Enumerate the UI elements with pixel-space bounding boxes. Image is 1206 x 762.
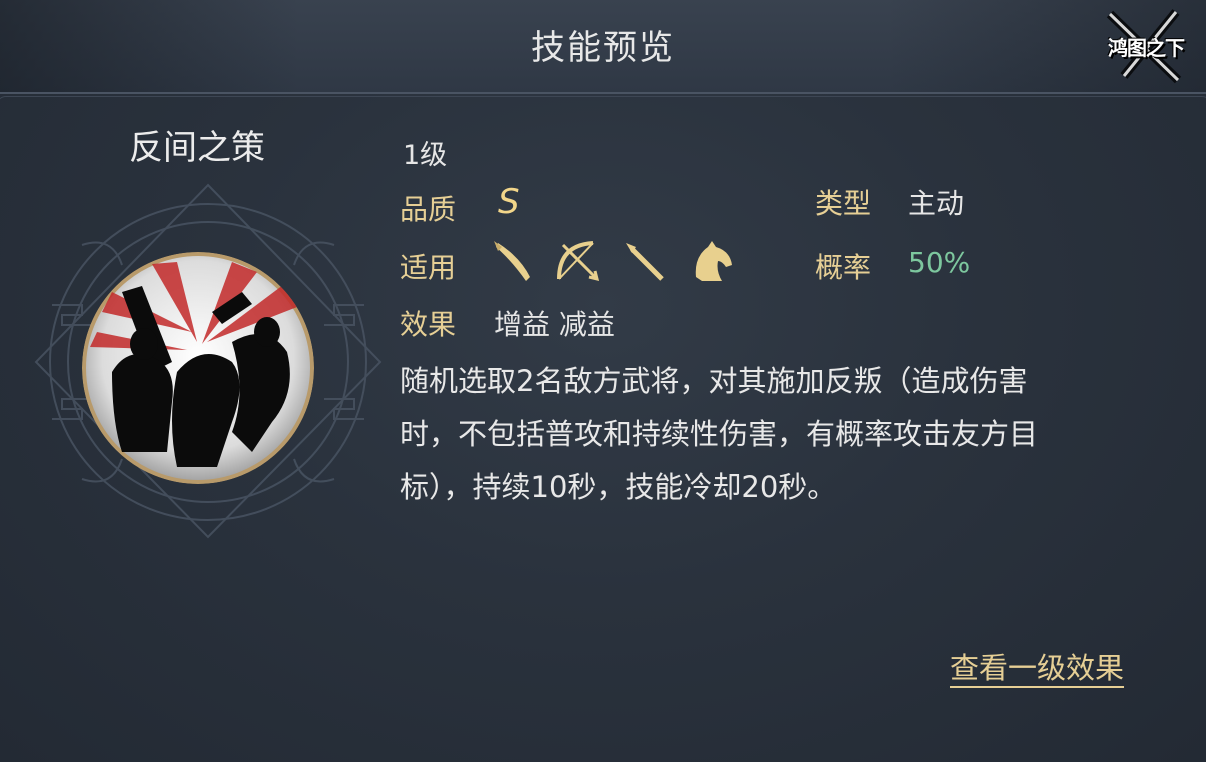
rate-label: 概率 xyxy=(815,251,872,284)
rate-value: 50% xyxy=(908,246,971,279)
bow-icon xyxy=(557,241,600,282)
skill-level: 1级 xyxy=(403,140,448,171)
description-line: 时，不包括普攻和持续性伤害，有概率攻击友方目 xyxy=(400,417,1039,451)
effect-label: 效果 xyxy=(400,308,457,341)
game-logo-text: 鸿图之下 xyxy=(1108,36,1185,60)
view-level1-effect-link[interactable]: 查看一级效果 xyxy=(950,645,1124,687)
type-value: 主动 xyxy=(908,187,965,220)
effect-value: 增益 减益 xyxy=(494,308,615,341)
quality-label: 品质 xyxy=(400,193,457,226)
skill-description: 随机选取2名敌方武将，对其施加反叛（造成伤害 时，不包括普攻和持续性伤害，有概率… xyxy=(400,355,1150,514)
sword-icon xyxy=(494,241,530,281)
applicable-label: 适用 xyxy=(400,251,457,284)
horse-icon xyxy=(695,241,732,281)
header-bar: 技能预览 鸿图之下 xyxy=(0,0,1206,94)
skill-emblem-icon xyxy=(82,252,314,484)
quality-value: S xyxy=(498,182,520,222)
skill-name: 反间之策 xyxy=(129,128,265,168)
description-line: 标），持续10秒，技能冷却20秒。 xyxy=(400,470,837,504)
page-title: 技能预览 xyxy=(531,28,675,68)
description-line: 随机选取2名敌方武将，对其施加反叛（造成伤害 xyxy=(400,364,1028,398)
skill-preview-screen: 技能预览 鸿图之下 反间之策 1级 品质 S 类型 主动 适用 概率 50% 效… xyxy=(0,0,1206,762)
type-label: 类型 xyxy=(815,187,872,220)
spear-icon xyxy=(626,243,664,281)
